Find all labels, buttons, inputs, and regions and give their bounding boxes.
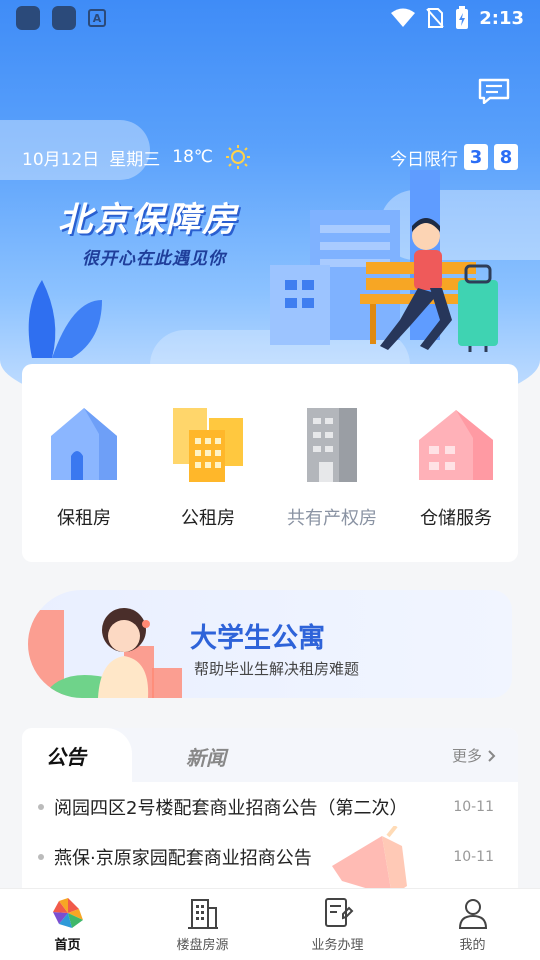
promo-subtitle: 帮助毕业生解决租房难题 bbox=[194, 660, 360, 678]
tab-home[interactable]: 首页 bbox=[8, 896, 128, 953]
hero-title: 北京保障房 bbox=[58, 200, 238, 240]
news-list-item[interactable]: 燕保·京原家园配套商业招商公告 10-11 bbox=[38, 844, 494, 870]
yellow-buildings-icon bbox=[173, 408, 243, 482]
limit-number: 8 bbox=[494, 144, 518, 170]
bullet-icon bbox=[38, 804, 44, 810]
status-time: 2:13 bbox=[479, 7, 524, 29]
news-tabs: 公告 新闻 更多 bbox=[22, 728, 518, 782]
category-cang-chu-fu-wu[interactable]: 仓储服务 bbox=[401, 404, 511, 530]
category-label: 保租房 bbox=[57, 508, 111, 529]
building-icon bbox=[187, 899, 218, 929]
news-date: 10-11 bbox=[453, 849, 494, 865]
notification-icon bbox=[16, 6, 40, 30]
leaf-decoration bbox=[28, 280, 102, 358]
notification-icon bbox=[52, 6, 76, 30]
weather-date: 10月12日 bbox=[22, 149, 100, 170]
more-link[interactable]: 更多 bbox=[452, 745, 496, 766]
student-illustration bbox=[28, 608, 182, 698]
bullet-icon bbox=[38, 854, 44, 860]
more-label: 更多 bbox=[451, 747, 482, 765]
news-title: 燕保·京原家园配套商业招商公告 bbox=[54, 848, 312, 869]
bottom-tab-bar: 首页 楼盘房源 业务办理 我的 bbox=[0, 888, 540, 960]
hero-subtitle: 很开心在此遇见你 bbox=[82, 249, 226, 269]
category-label: 共有产权房 bbox=[287, 508, 377, 529]
hero-banner: A 2:13 10月12日 星期三 18℃ 今日限行 3 8 北京保障房 很开心… bbox=[0, 0, 540, 420]
no-sim-icon bbox=[426, 8, 444, 28]
wifi-icon bbox=[391, 8, 416, 27]
user-icon bbox=[458, 899, 487, 929]
tab-mine[interactable]: 我的 bbox=[413, 896, 533, 953]
category-gong-you-chan-quan-fang[interactable]: 共有产权房 bbox=[277, 404, 387, 530]
pink-house-icon bbox=[419, 410, 493, 480]
app-notification-icon: A bbox=[88, 9, 106, 27]
status-bar: A 2:13 bbox=[0, 0, 540, 36]
tab-properties[interactable]: 楼盘房源 bbox=[143, 896, 263, 953]
chevron-right-icon bbox=[488, 749, 496, 762]
battery-icon bbox=[456, 6, 469, 29]
tab-business[interactable]: 业务办理 bbox=[278, 896, 398, 953]
category-label: 公租房 bbox=[181, 508, 235, 529]
tab-label: 我的 bbox=[459, 938, 486, 953]
hero-illustration bbox=[270, 170, 498, 352]
promo-title: 大学生公寓 bbox=[190, 623, 325, 654]
category-label: 仓储服务 bbox=[420, 508, 492, 529]
student-apartment-banner[interactable]: 大学生公寓 帮助毕业生解决租房难题 bbox=[28, 590, 512, 698]
news-title: 阅园四区2号楼配套商业招商公告（第二次） bbox=[54, 798, 408, 819]
limit-number: 3 bbox=[464, 144, 488, 170]
blue-house-icon bbox=[51, 408, 117, 480]
tab-label: 业务办理 bbox=[311, 938, 364, 953]
weather-temperature: 18℃ bbox=[172, 147, 213, 167]
category-card: 保租房 公租房 共有产权房 仓储服务 bbox=[22, 364, 518, 562]
tab-news[interactable]: 新闻 bbox=[186, 742, 226, 771]
info-row: 10月12日 星期三 18℃ 今日限行 3 8 bbox=[22, 144, 518, 170]
traffic-limit: 今日限行 3 8 bbox=[390, 144, 518, 170]
gray-building-icon bbox=[307, 408, 357, 482]
tab-label: 首页 bbox=[54, 938, 81, 953]
weather-weekday: 星期三 bbox=[109, 149, 161, 170]
home-logo-icon bbox=[52, 898, 83, 928]
message-icon[interactable] bbox=[478, 78, 510, 104]
news-list-item[interactable]: 阅园四区2号楼配套商业招商公告（第二次） 10-11 bbox=[38, 794, 494, 820]
traffic-limit-label: 今日限行 bbox=[390, 149, 458, 170]
category-gong-zu-fang[interactable]: 公租房 bbox=[153, 404, 263, 530]
category-bao-zu-fang[interactable]: 保租房 bbox=[29, 404, 139, 530]
sun-icon bbox=[226, 145, 250, 169]
document-pen-icon bbox=[324, 898, 353, 927]
tab-label: 楼盘房源 bbox=[176, 938, 229, 953]
tab-announcement[interactable]: 公告 bbox=[22, 728, 132, 782]
news-date: 10-11 bbox=[453, 799, 494, 815]
